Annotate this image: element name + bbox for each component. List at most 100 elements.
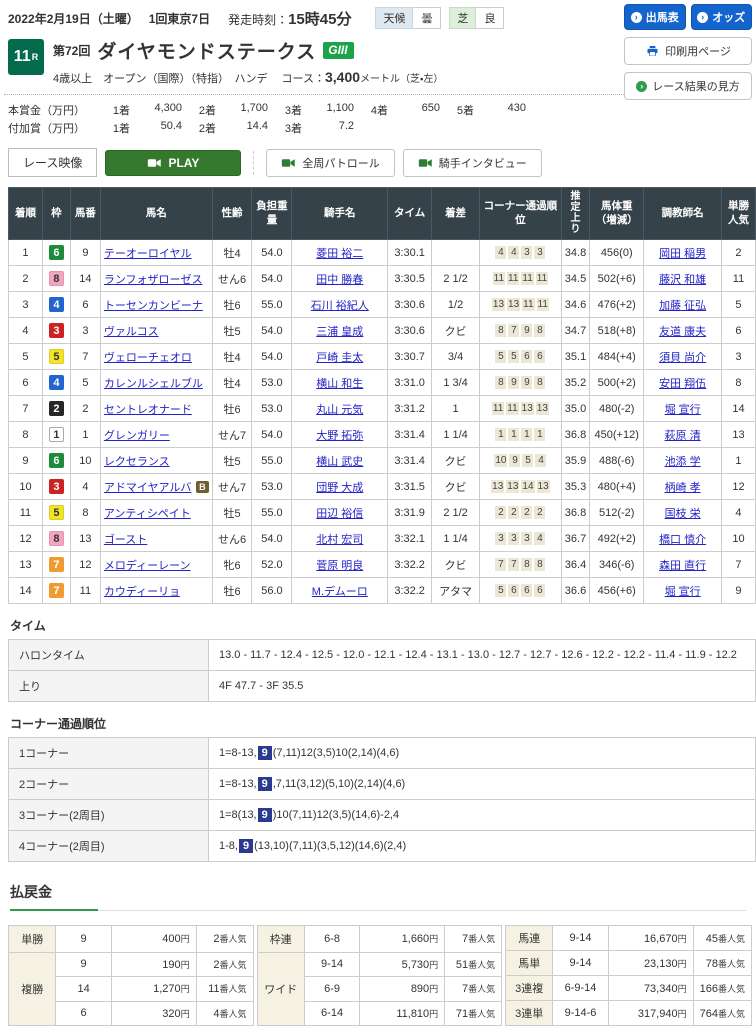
bet-type: 枠連 [257,926,304,953]
corner-position-number: 13 [506,480,519,493]
payout-row: 馬単9-1423,130円78番人気 [506,951,752,976]
jockey-link[interactable]: 団野 大成 [316,482,363,494]
arrow-circle-icon: › [636,81,647,92]
jockey-link[interactable]: 田中 勝春 [316,274,363,286]
sex-age: 牡4 [212,344,252,370]
jockey-link[interactable]: 石川 裕紀人 [311,300,369,312]
trainer-link[interactable]: 橋口 慎介 [659,534,706,546]
margin: 1 1/4 [432,422,480,448]
jockey-link[interactable]: 戸崎 圭太 [316,352,363,364]
bet-combination: 6-9-14 [553,976,608,1001]
bet-type: 3連単 [506,1001,553,1026]
trainer-link[interactable]: 安田 翔伍 [659,378,706,390]
popularity-unit: 番人気 [718,1009,745,1019]
prize-amount: 430 [474,102,526,118]
horse-link[interactable]: グレンガリー [104,427,170,443]
jockey-link[interactable]: M.デムーロ [312,586,368,598]
payout-popularity-value: 51 [456,959,468,971]
race-number: 11 [14,48,31,66]
patrol-video-button[interactable]: 全周パトロール [266,149,394,177]
jockey-link[interactable]: 大野 拓弥 [316,430,363,442]
trainer-link[interactable]: 国枝 栄 [665,508,701,520]
horse-name-wrap: トーセンカンビーナ [104,297,209,313]
race-conditions: 4歳以上 オープン（国際）（特指） ハンデ コース：3,400メートル（芝・左） [53,69,443,86]
col-header-text: 着順 [15,207,36,219]
corner-row: 2コーナー1=8-13,9,7,11(3,12)(5,10)(2,14)(4,6… [9,769,756,800]
horse-link[interactable]: アンティシペイト [104,505,191,521]
trainer-link[interactable]: 萩原 清 [665,430,701,442]
results-header-row: 着順枠馬番馬名性齢負担重量騎手名タイム着差コーナー通過順位推定上り馬体重（増減）… [9,188,756,240]
horse-link[interactable]: ヴァルコス [104,323,159,339]
corner-position-number: 5 [495,350,506,363]
popularity-unit: 番人気 [468,960,495,970]
trainer-link[interactable]: 堀 宣行 [665,586,701,598]
waku-number: 8 [49,531,64,546]
odds-button[interactable]: › オッズ [691,4,753,30]
jockey-link[interactable]: 菅原 明良 [316,560,363,572]
trainer-link[interactable]: 池添 学 [665,456,701,468]
horse-link[interactable]: カウディーリョ [104,583,180,599]
payout-amount: 317,940円 [608,1001,693,1026]
play-button[interactable]: PLAY [105,150,241,176]
jockey-link[interactable]: 菱田 裕二 [316,248,363,260]
corner-position-number: 1 [508,428,519,441]
trainer-link[interactable]: 友道 康夫 [659,326,706,338]
corner-label: 4コーナー(2周目) [9,831,209,862]
odds-button-label: オッズ [712,9,745,25]
trainer-link[interactable]: 岡田 稲男 [659,248,706,260]
trainer-link[interactable]: 堀 宣行 [665,404,701,416]
result-row: 1034アドマイヤアルバBせん753.0団野 大成3:31.5クビ1313141… [9,474,756,500]
win-popularity: 6 [721,318,755,344]
horse-link[interactable]: アドマイヤアルバ [104,479,192,495]
jockey-link[interactable]: 三浦 皇成 [316,326,363,338]
trainer-link[interactable]: 柄崎 孝 [665,482,701,494]
horse-link[interactable]: ランフォザローゼス [104,271,203,287]
jockey-link[interactable]: 横山 武史 [316,456,363,468]
result-guide-button[interactable]: › レース結果の見方 [624,72,752,100]
horse-name-wrap: アドマイヤアルバB [104,479,209,495]
jockey-cell: 団野 大成 [292,474,388,500]
horse-link[interactable]: カレンルシェルブル [104,375,203,391]
jockey-link[interactable]: 北村 宏司 [316,534,363,546]
horse-number: 13 [70,526,100,552]
print-button[interactable]: 印刷用ページ [624,37,752,65]
horse-link[interactable]: メロディーレーン [104,557,191,573]
trainer-link[interactable]: 加藤 征弘 [659,300,706,312]
horse-number: 11 [70,578,100,604]
entries-button[interactable]: › 出馬表 [624,4,686,30]
jockey-link[interactable]: 横山 和生 [316,378,363,390]
horse-link[interactable]: テーオーロイヤル [104,245,192,261]
result-row: 722セントレオナード牡653.0丸山 元気3:31.211111131335.… [9,396,756,422]
bet-combination: 9 [56,952,111,976]
trainer-link[interactable]: 藤沢 和雄 [659,274,706,286]
prize-amount: 1,700 [216,102,268,118]
corner-position-number: 11 [493,272,505,285]
finish-time: 3:30.1 [388,240,432,266]
bet-combination: 6 [56,1001,111,1026]
trainer-link[interactable]: 森田 直行 [659,560,706,572]
finish-time: 3:31.2 [388,396,432,422]
horse-link[interactable]: セントレオナード [104,401,192,417]
payout-popularity: 2番人気 [196,952,253,976]
jockey-link[interactable]: 丸山 元気 [316,404,363,416]
play-button-label: PLAY [168,156,199,170]
jockey-interview-button[interactable]: 騎手インタビュー [403,149,542,177]
jockey-cell: 丸山 元気 [292,396,388,422]
jockey-link[interactable]: 田辺 裕信 [316,508,363,520]
finish-position: 2 [9,266,43,292]
start-time-value: 15時45分 [288,11,351,28]
margin: クビ [432,448,480,474]
horse-link[interactable]: ゴースト [104,531,147,547]
horse-link[interactable]: ヴェローチェオロ [104,349,192,365]
col-header-text: 馬名 [146,207,167,219]
corner-position-number: 8 [521,558,532,571]
corner-position-number: 11 [522,298,534,311]
horse-link[interactable]: レクセランス [104,453,170,469]
yen-unit: 円 [429,984,438,994]
col-header-text: 馬番 [75,207,96,219]
finish-time: 3:31.0 [388,370,432,396]
horse-link[interactable]: トーセンカンビーナ [104,297,203,313]
waku-cell: 6 [42,448,70,474]
trainer-link[interactable]: 須貝 尚介 [659,352,706,364]
finish-position: 8 [9,422,43,448]
